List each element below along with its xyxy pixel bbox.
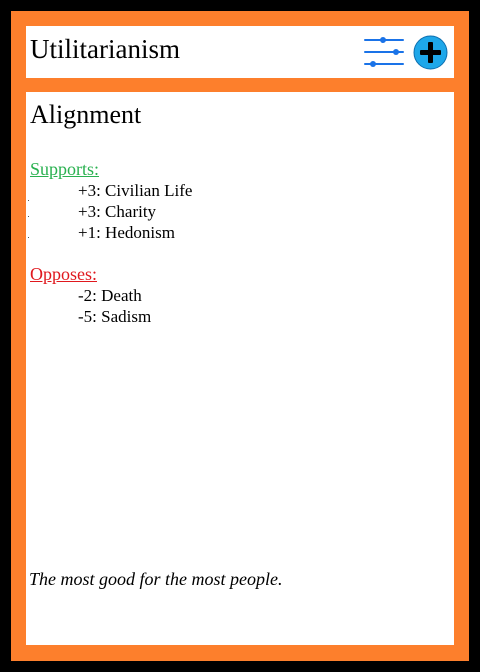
alignment-panel: Alignment Supports: +3: Civilian Life +3… [26,92,454,645]
supports-list: +3: Civilian Life +3: Charity +1: Hedoni… [78,180,192,243]
supports-item: +3: Civilian Life [78,181,193,200]
settings-button[interactable] [363,35,405,71]
card-title: Utilitarianism [30,34,180,64]
section-title: Alignment [30,100,142,129]
opposes-list: -2: Death -5: Sadism [78,285,151,327]
add-button[interactable] [413,35,448,70]
card-header: Utilitarianism [26,26,454,78]
card: Utilitarianism Alignment Supports: +3: C… [11,11,469,661]
plus-circle-icon [413,35,448,70]
sliders-icon [364,37,404,67]
supports-item: +1: Hedonism [78,223,175,242]
supports-item: +3: Charity [78,202,157,221]
bullet-marker [28,200,29,201]
bullet-marker [28,237,29,238]
opposes-label: Opposes: [30,264,97,284]
supports-label: Supports: [30,159,100,179]
opposes-item: -2: Death [78,286,142,305]
bullet-marker [28,216,29,217]
opposes-item: -5: Sadism [78,307,152,326]
flavor-text: The most good for the most people. [29,569,283,589]
